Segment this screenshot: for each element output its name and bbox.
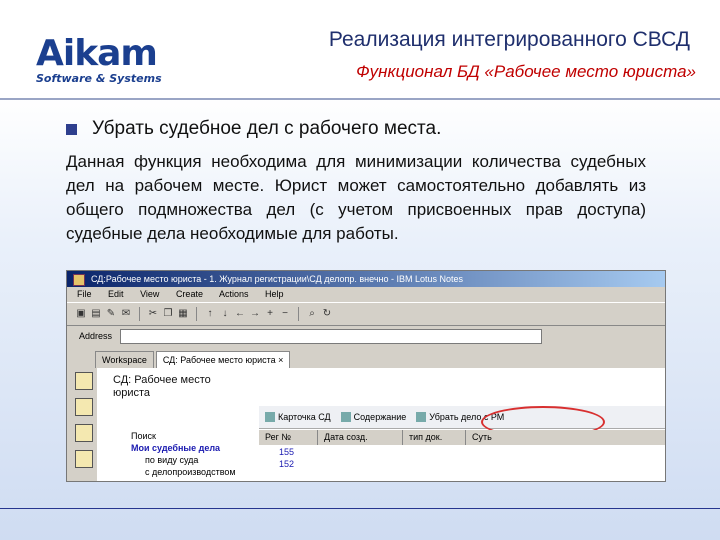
logo-wordmark: Aikam bbox=[36, 33, 158, 74]
window-title: СД:Рабочее место юриста - 1. Журнал реги… bbox=[91, 274, 464, 284]
document-rows: 155 152 bbox=[259, 446, 294, 470]
footer-divider bbox=[0, 508, 720, 509]
toolbar: ▣ ▤ ✎ ✉ ✂ ❐ ▦ ↑ ↓ ← → + − ⌕ ↻ bbox=[67, 302, 665, 326]
column-headers: Рег № Дата созд. тип док. Суть bbox=[259, 430, 665, 445]
col-doc-type[interactable]: тип док. bbox=[403, 430, 466, 445]
print-icon[interactable]: ▤ bbox=[90, 308, 102, 320]
slide-header: Aikam Software & Systems Реализация инте… bbox=[0, 0, 720, 100]
arrow-down-icon[interactable]: ↓ bbox=[219, 308, 231, 320]
panel-title: СД: Рабочее место юриста bbox=[113, 374, 211, 400]
send-icon[interactable]: ✉ bbox=[120, 308, 132, 320]
col-reg-number[interactable]: Рег № bbox=[259, 430, 318, 445]
todo-bookmark-icon[interactable] bbox=[75, 450, 93, 468]
col-summary[interactable]: Суть bbox=[466, 430, 632, 445]
app-icon bbox=[73, 274, 85, 286]
header-divider bbox=[0, 98, 720, 100]
mail-bookmark-icon[interactable] bbox=[75, 372, 93, 390]
copy-icon[interactable]: ❐ bbox=[162, 308, 174, 320]
contacts-bookmark-icon[interactable] bbox=[75, 424, 93, 442]
menu-create[interactable]: Create bbox=[176, 289, 203, 299]
square-bullet-icon bbox=[66, 124, 77, 135]
menu-view[interactable]: View bbox=[140, 289, 159, 299]
minus-icon[interactable]: − bbox=[279, 308, 291, 320]
nav-my-cases[interactable]: Мои судебные дела bbox=[117, 442, 236, 454]
panel-title-line-1: СД: Рабочее место bbox=[113, 374, 211, 386]
col-created-date[interactable]: Дата созд. bbox=[318, 430, 403, 445]
nav-with-proceedings[interactable]: с делопроизводством bbox=[117, 466, 236, 478]
toolbar-separator bbox=[196, 307, 197, 321]
slide-title: Реализация интегрированного СВСД bbox=[328, 28, 690, 51]
slide-subtitle: Функционал БД «Рабочее место юриста» bbox=[356, 62, 696, 81]
search-icon[interactable]: ⌕ bbox=[306, 308, 318, 320]
cut-icon[interactable]: ✂ bbox=[147, 308, 159, 320]
view-action-bar: Карточка СД Содержание Убрать дело с РМ bbox=[259, 406, 665, 429]
logo-tagline: Software & Systems bbox=[36, 72, 162, 85]
tab-strip: Workspace СД: Рабочее место юриста × bbox=[67, 346, 665, 368]
view-content: СД: Рабочее место юриста Карточка СД Сод… bbox=[97, 368, 665, 481]
window-titlebar: СД:Рабочее место юриста - 1. Журнал реги… bbox=[67, 271, 665, 287]
toolbar-separator bbox=[139, 307, 140, 321]
table-row[interactable]: 152 bbox=[259, 458, 294, 470]
case-card-button[interactable]: Карточка СД bbox=[265, 412, 331, 423]
aikam-logo: Aikam Software & Systems bbox=[36, 33, 166, 86]
menu-actions[interactable]: Actions bbox=[219, 289, 249, 299]
arrow-up-icon[interactable]: ↑ bbox=[204, 308, 216, 320]
menu-bar: File Edit View Create Actions Help bbox=[67, 287, 665, 302]
contents-label: Содержание bbox=[353, 411, 407, 422]
nav-search[interactable]: Поиск bbox=[117, 430, 236, 442]
contents-icon bbox=[340, 412, 351, 423]
toolbar-separator bbox=[298, 307, 299, 321]
plus-icon[interactable]: + bbox=[264, 308, 276, 320]
arrow-left-icon[interactable]: ← bbox=[234, 308, 246, 320]
nav-by-court[interactable]: по виду суда bbox=[117, 454, 236, 466]
menu-edit[interactable]: Edit bbox=[108, 289, 124, 299]
address-input[interactable] bbox=[120, 328, 543, 344]
refresh-icon[interactable]: ↻ bbox=[321, 308, 333, 320]
menu-file[interactable]: File bbox=[77, 289, 92, 299]
calendar-bookmark-icon[interactable] bbox=[75, 398, 93, 416]
tab-workspace[interactable]: Workspace bbox=[95, 351, 154, 368]
lotus-notes-screenshot: СД:Рабочее место юриста - 1. Журнал реги… bbox=[66, 270, 666, 482]
paste-icon[interactable]: ▦ bbox=[177, 308, 189, 320]
bookmark-bar bbox=[67, 368, 97, 481]
menu-help[interactable]: Help bbox=[265, 289, 284, 299]
edit-icon[interactable]: ✎ bbox=[105, 308, 117, 320]
remove-icon bbox=[416, 412, 427, 423]
contents-button[interactable]: Содержание bbox=[340, 411, 407, 423]
description-paragraph: Данная функция необходима для минимизаци… bbox=[66, 152, 646, 243]
arrow-right-icon[interactable]: → bbox=[249, 308, 261, 320]
address-bar: Address bbox=[67, 326, 665, 346]
panel-title-line-2: юриста bbox=[113, 387, 151, 399]
bullet-text: Убрать судебное дел с рабочего места. bbox=[92, 118, 442, 139]
table-row[interactable]: 155 bbox=[259, 446, 294, 458]
save-icon[interactable]: ▣ bbox=[75, 308, 87, 320]
address-label: Address bbox=[79, 331, 113, 341]
case-card-label: Карточка СД bbox=[278, 411, 331, 422]
navigator: Поиск Мои судебные дела по виду суда с д… bbox=[117, 430, 236, 478]
tab-lawyer-workplace[interactable]: СД: Рабочее место юриста × bbox=[155, 351, 291, 368]
card-icon bbox=[265, 412, 275, 423]
